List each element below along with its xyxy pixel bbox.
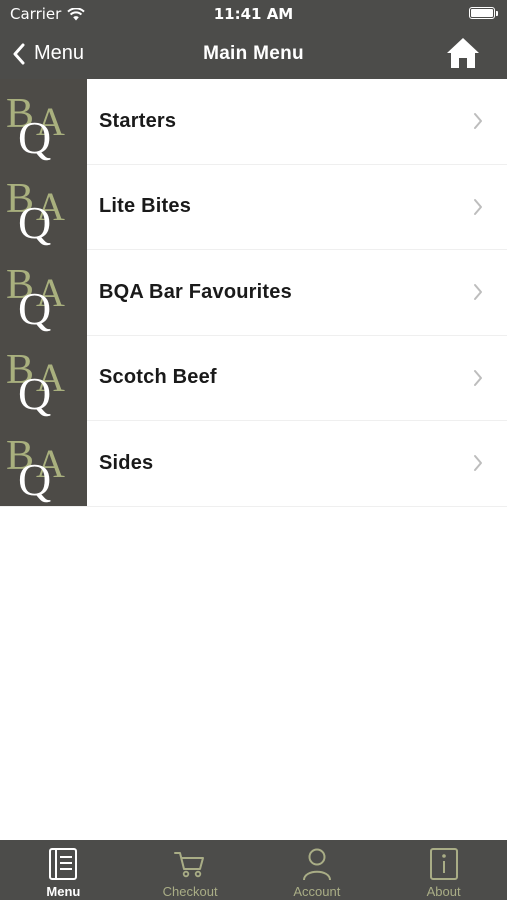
battery-icon [469,7,498,19]
menu-item-lite-bites[interactable]: B A Q Lite Bites [0,164,507,250]
menu-item-label: Sides [99,451,154,474]
svg-text:Q: Q [18,112,51,163]
tab-about[interactable]: About [380,840,507,900]
navigation-bar: Menu Main Menu [0,28,507,79]
home-icon[interactable] [445,36,481,70]
tab-label: About [426,884,461,899]
chevron-right-icon [474,455,482,472]
bqa-logo-thumbnail: B A Q [0,78,87,164]
tab-label: Checkout [162,884,218,899]
cart-icon [174,852,205,878]
svg-text:Q: Q [18,197,51,248]
tab-label: Account [293,884,341,899]
page-title: Main Menu [203,43,304,64]
tab-checkout[interactable]: Checkout [127,840,254,900]
info-icon [429,848,458,880]
tab-menu[interactable]: Menu [0,840,127,900]
chevron-right-icon [474,198,482,215]
svg-text:Q: Q [18,283,51,334]
chevron-right-icon [474,113,482,130]
status-bar: Carrier 11:41 AM [0,0,507,28]
bqa-logo-thumbnail: B A Q [0,249,87,335]
person-icon [302,848,331,881]
bqa-logo-thumbnail: B A Q [0,164,87,250]
menu-list: B A Q Starters B A Q Lite Bites B A Q BQ… [0,78,507,507]
tab-label: Menu [46,884,81,899]
svg-text:Q: Q [18,454,51,505]
chevron-right-icon [474,284,482,301]
menu-item-label: Lite Bites [99,195,192,218]
menu-book-icon [49,848,78,880]
menu-item-label: Scotch Beef [99,366,217,389]
menu-item-bqa-bar-favourites[interactable]: B A Q BQA Bar Favourites [0,249,507,336]
bqa-logo-thumbnail: B A Q [0,420,87,506]
chevron-right-icon [474,369,482,386]
svg-text:Q: Q [18,368,51,419]
bqa-logo-thumbnail: B A Q [0,335,87,421]
status-time: 11:41 AM [213,5,294,23]
menu-item-label: Starters [99,109,177,132]
menu-item-starters[interactable]: B A Q Starters [0,78,507,165]
tab-bar: Menu Checkout Account About [0,840,507,900]
menu-item-label: BQA Bar Favourites [99,280,292,303]
menu-item-scotch-beef[interactable]: B A Q Scotch Beef [0,335,507,421]
menu-item-sides[interactable]: B A Q Sides [0,420,507,507]
tab-account[interactable]: Account [254,840,381,900]
